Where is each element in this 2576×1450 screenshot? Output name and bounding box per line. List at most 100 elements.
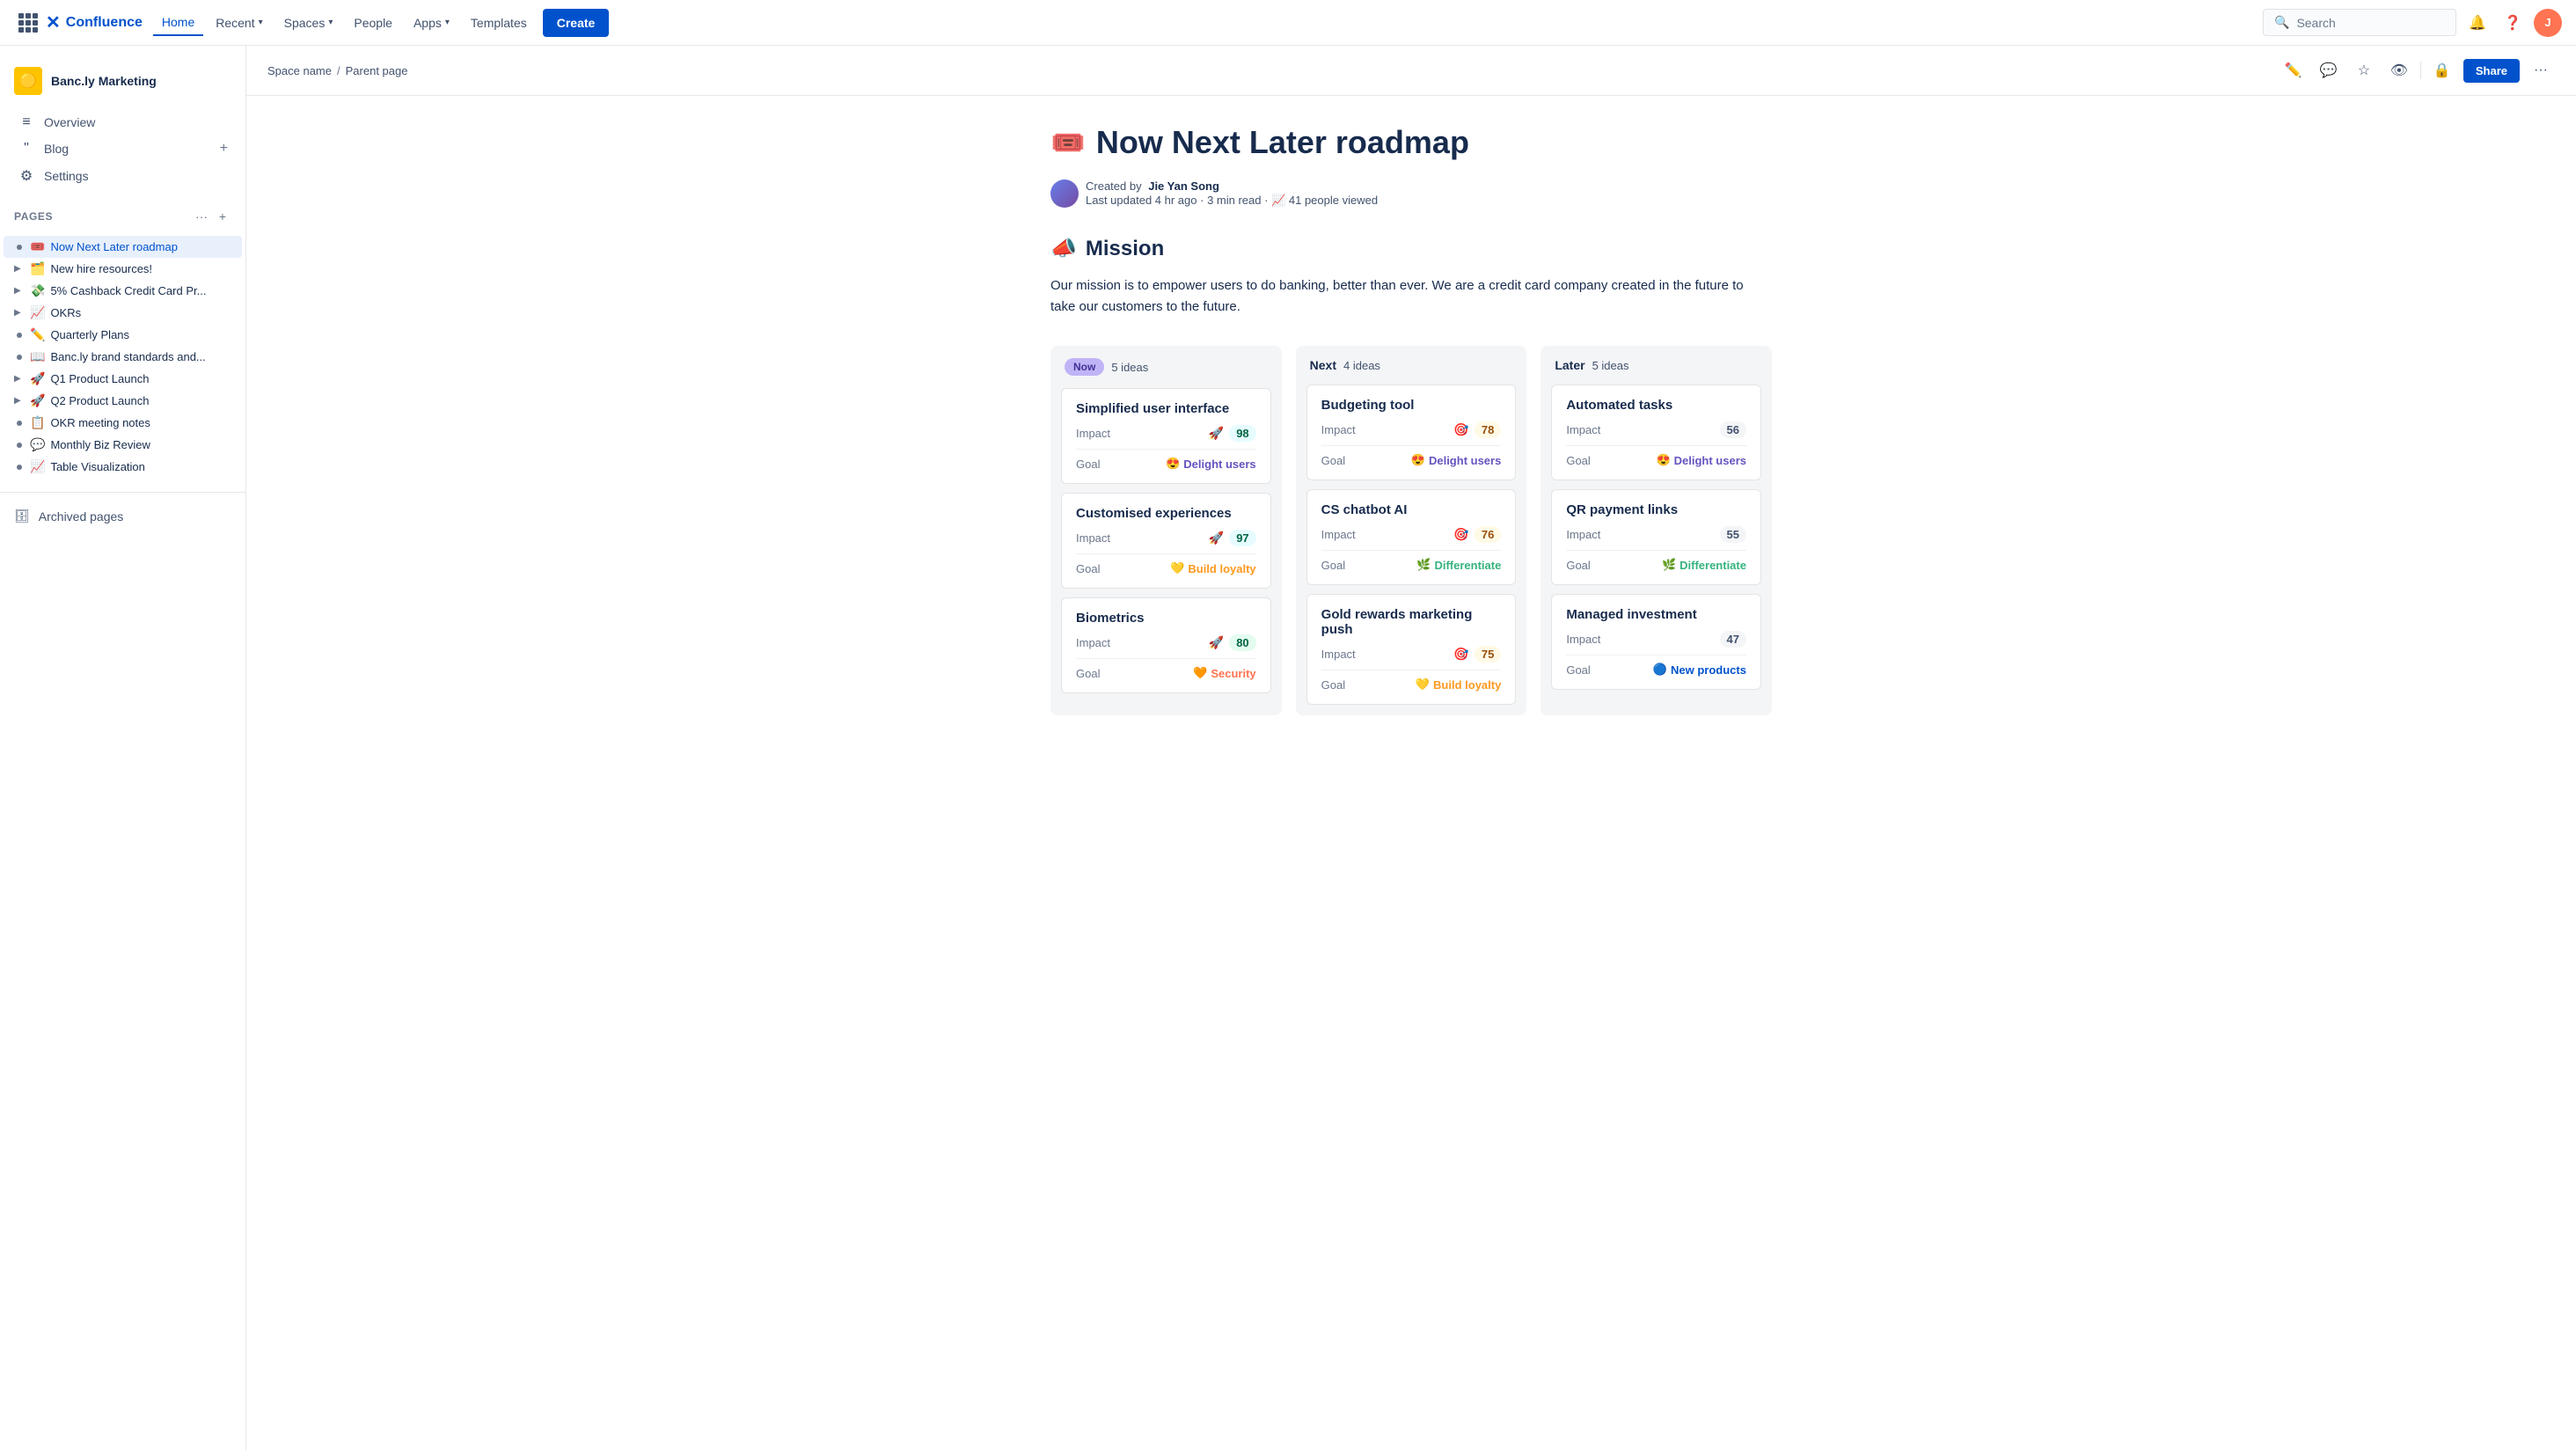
page-title-emoji: 🎟️ (1050, 126, 1086, 159)
page-tree-table[interactable]: 📈 Table Visualization (0, 456, 245, 478)
impact-number: 55 (1720, 526, 1746, 543)
now-badge: Now (1065, 358, 1104, 376)
page-tree-okr-notes[interactable]: 📋 OKR meeting notes (0, 412, 245, 434)
page-tree-okrs[interactable]: ▶ 📈 OKRs (0, 302, 245, 324)
chevron-icon: ▶ (14, 264, 25, 274)
card-biometrics[interactable]: Biometrics Impact 🚀 80 Goal (1061, 597, 1271, 693)
card-impact-row: Impact 🚀 97 (1076, 530, 1256, 546)
add-page-button[interactable]: + (214, 208, 231, 225)
card-goal-row: Goal 🌿 Differentiate (1566, 558, 1746, 572)
page-tree-new-hire[interactable]: ▶ 🗂️ New hire resources! (0, 258, 245, 280)
archived-pages-item[interactable]: 🗄 Archived pages (14, 503, 231, 529)
app-switcher-button[interactable] (14, 9, 42, 37)
card-impact-row: Impact 56 (1566, 421, 1746, 438)
create-button[interactable]: Create (543, 9, 610, 37)
page-tree-q2[interactable]: ▶ 🚀 Q2 Product Launch (0, 390, 245, 412)
logo[interactable]: ✕ Confluence (46, 11, 143, 33)
pages-section-actions: ··· + (193, 208, 231, 225)
page-actions: ✏️ 💬 ☆ 👁 🔒 Share ··· (2280, 56, 2555, 84)
card-simplified-ui[interactable]: Simplified user interface Impact 🚀 98 (1061, 388, 1271, 484)
card-qr-payment[interactable]: QR payment links Impact 55 Goal 🌿 Diffe (1551, 489, 1761, 585)
bullet-icon (17, 355, 22, 360)
card-title: CS chatbot AI (1321, 502, 1502, 517)
sidebar: 🟡 Banc.ly Marketing ≡ Overview " Blog + … (0, 46, 246, 1450)
bullet-icon (17, 465, 22, 470)
impact-number: 56 (1720, 421, 1746, 438)
impact-value: 56 (1720, 421, 1746, 438)
search-box[interactable]: 🔍 Search (2263, 9, 2456, 36)
space-name: Banc.ly Marketing (51, 74, 157, 88)
card-goal-row: Goal 💛 Build loyalty (1321, 677, 1502, 692)
restrict-button[interactable]: 🔒 (2428, 56, 2456, 84)
card-cs-chatbot[interactable]: CS chatbot AI Impact 🎯 76 Goal (1306, 489, 1517, 585)
pages-section-title: Pages (14, 210, 53, 223)
goal-tag: 🧡 Security (1193, 666, 1256, 680)
goal-tag: 💛 Build loyalty (1416, 677, 1501, 692)
later-ideas-count: 5 ideas (1592, 359, 1629, 372)
more-actions-button[interactable]: ··· (2527, 56, 2555, 84)
impact-number: 47 (1720, 631, 1746, 648)
chevron-icon: ▶ (14, 286, 25, 296)
next-cards: Budgeting tool Impact 🎯 78 Goal (1296, 384, 1527, 715)
main-layout: 🟡 Banc.ly Marketing ≡ Overview " Blog + … (0, 46, 2576, 1450)
card-divider (1321, 550, 1502, 551)
card-goal-row: Goal 😍 Delight users (1321, 453, 1502, 467)
card-title: Biometrics (1076, 611, 1256, 626)
goal-tag: 🌿 Differentiate (1416, 558, 1501, 572)
share-button[interactable]: Share (2463, 59, 2520, 83)
card-automated-tasks[interactable]: Automated tasks Impact 56 Goal 😍 Deligh (1551, 384, 1761, 480)
impact-value: 🎯 75 (1453, 646, 1501, 663)
impact-number: 75 (1475, 646, 1501, 663)
card-impact-row: Impact 🚀 80 (1076, 634, 1256, 651)
impact-value: 47 (1720, 631, 1746, 648)
comment-button[interactable]: 💬 (2315, 56, 2343, 84)
card-budgeting[interactable]: Budgeting tool Impact 🎯 78 Goal (1306, 384, 1517, 480)
action-divider (2420, 62, 2421, 79)
card-title: Automated tasks (1566, 398, 1746, 413)
page-tree-cashback[interactable]: ▶ 💸 5% Cashback Credit Card Pr... (0, 280, 245, 302)
goal-tag: 😍 Delight users (1656, 453, 1746, 467)
chevron-icon: ▶ (14, 396, 25, 406)
user-avatar[interactable]: J (2534, 9, 2562, 37)
impact-number: 78 (1475, 421, 1501, 438)
help-button[interactable]: ❓ (2499, 9, 2527, 37)
notifications-button[interactable]: 🔔 (2463, 9, 2492, 37)
mission-heading: 📣 Mission (1050, 236, 1772, 261)
nav-templates[interactable]: Templates (462, 11, 536, 35)
card-gold-rewards[interactable]: Gold rewards marketing push Impact 🎯 75 (1306, 594, 1517, 705)
page-content: 🎟️ Now Next Later roadmap Created by Jie… (1015, 96, 1807, 772)
nav-recent[interactable]: Recent ▾ (207, 11, 271, 35)
pages-menu-button[interactable]: ··· (193, 208, 210, 225)
card-title: Customised experiences (1076, 506, 1256, 521)
card-impact-row: Impact 🎯 78 (1321, 421, 1502, 438)
impact-number: 98 (1229, 425, 1255, 442)
page-tree-brand[interactable]: 📖 Banc.ly brand standards and... (0, 346, 245, 368)
nav-home[interactable]: Home (153, 10, 203, 36)
goal-tag: 😍 Delight users (1166, 457, 1256, 471)
page-tree-q1[interactable]: ▶ 🚀 Q1 Product Launch (0, 368, 245, 390)
add-blog-button[interactable]: + (220, 141, 228, 157)
bullet-icon (17, 443, 22, 448)
blog-icon: " (18, 141, 35, 157)
sidebar-item-overview[interactable]: ≡ Overview (4, 109, 242, 135)
mission-text: Our mission is to empower users to do ba… (1050, 275, 1772, 318)
sidebar-item-settings[interactable]: ⚙ Settings (4, 162, 242, 190)
bullet-icon (17, 245, 22, 250)
card-managed-investment[interactable]: Managed investment Impact 47 Goal 🔵 New (1551, 594, 1761, 690)
nav-apps[interactable]: Apps ▾ (405, 11, 458, 35)
watch-button[interactable]: 👁 (2385, 56, 2413, 84)
page-tree-monthly[interactable]: 💬 Monthly Biz Review (0, 434, 245, 456)
sidebar-item-blog[interactable]: " Blog + (4, 135, 242, 162)
nav-people[interactable]: People (345, 11, 401, 35)
nav-spaces[interactable]: Spaces ▾ (275, 11, 342, 35)
card-customised-exp[interactable]: Customised experiences Impact 🚀 97 Go (1061, 493, 1271, 589)
edit-button[interactable]: ✏️ (2280, 56, 2308, 84)
settings-icon: ⚙ (18, 167, 35, 185)
page-tree-quarterly[interactable]: ✏️ Quarterly Plans (0, 324, 245, 346)
page-tree-now-next-later[interactable]: 🎟️ Now Next Later roadmap (4, 236, 242, 258)
star-button[interactable]: ☆ (2350, 56, 2378, 84)
space-header[interactable]: 🟡 Banc.ly Marketing (0, 60, 245, 102)
card-goal-row: Goal 🌿 Differentiate (1321, 558, 1502, 572)
impact-number: 80 (1229, 634, 1255, 651)
column-now-header: Now 5 ideas (1050, 346, 1282, 388)
